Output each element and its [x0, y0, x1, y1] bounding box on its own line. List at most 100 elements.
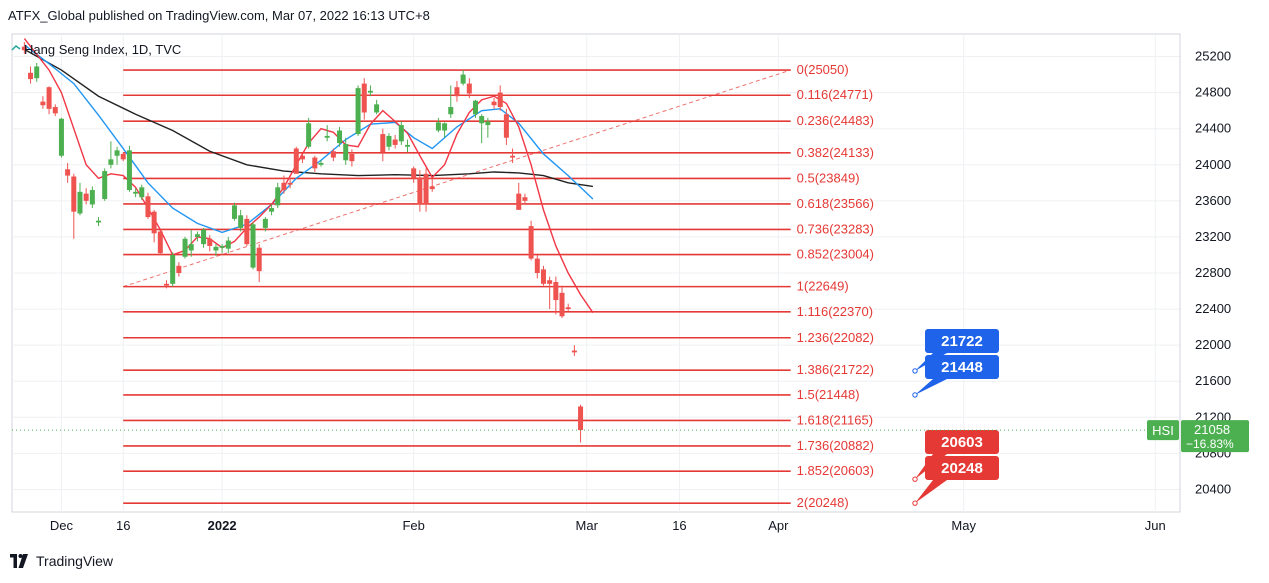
time-tick: Feb — [402, 518, 424, 533]
candle-body — [108, 159, 114, 165]
candle-body — [213, 246, 219, 251]
callout-value: 21448 — [941, 359, 983, 376]
footer-brand[interactable]: TradingView — [8, 553, 113, 569]
candle-body — [299, 155, 305, 160]
fib-label: 1.116(22370) — [797, 304, 873, 319]
candle-body — [188, 244, 194, 251]
candle-body — [448, 107, 454, 115]
candle-body — [411, 168, 417, 179]
candle-body — [522, 197, 528, 201]
price-tick: 24400 — [1195, 121, 1231, 136]
price-tick: 25200 — [1195, 49, 1231, 64]
candle-body — [398, 125, 404, 142]
candle-body — [126, 150, 132, 191]
candle-body — [89, 190, 95, 205]
candle-body — [578, 406, 584, 431]
candle-body — [571, 350, 577, 353]
chart-legend: Hang Seng Index, 1D, TVC — [11, 42, 181, 57]
candle-body — [417, 177, 423, 205]
callout-value: 21722 — [941, 333, 983, 350]
time-tick: 2022 — [208, 518, 237, 533]
candle-body — [176, 265, 182, 273]
candle-body — [58, 118, 64, 156]
candle-body — [497, 92, 503, 108]
candle-body — [485, 121, 491, 126]
candle-body — [207, 238, 213, 246]
candle-body — [516, 193, 522, 210]
candle-body — [231, 205, 237, 219]
callout-value: 20603 — [941, 434, 983, 451]
candle-body — [367, 90, 373, 93]
candle-body — [83, 193, 89, 201]
candle-body — [466, 83, 472, 94]
candle-body — [361, 83, 367, 113]
candle-body — [337, 130, 343, 144]
candle-body — [324, 135, 330, 138]
candle-body — [442, 123, 448, 131]
candle-body — [114, 150, 120, 156]
callout-anchor — [912, 476, 918, 482]
candle-body — [503, 114, 509, 138]
candle-body — [472, 100, 478, 115]
candle-body — [145, 196, 151, 218]
legend-symbol: Hang Seng Index, 1D, TVC — [24, 42, 181, 57]
candle-body — [65, 169, 71, 176]
candle-body — [244, 218, 250, 245]
time-tick: May — [951, 518, 976, 533]
candle-body — [306, 123, 312, 147]
price-tick: 24800 — [1195, 85, 1231, 100]
candle-body — [275, 187, 281, 206]
symbol-tag-text: HSI — [1152, 423, 1174, 438]
candle-body — [52, 107, 58, 114]
price-tick: 23600 — [1195, 193, 1231, 208]
candle-body — [343, 144, 349, 161]
price-tick: 24000 — [1195, 157, 1231, 172]
price-tick: 22800 — [1195, 265, 1231, 280]
candle-body — [479, 116, 485, 124]
fib-label: 1(22649) — [797, 279, 849, 294]
candle-body — [423, 173, 429, 205]
price-tick: 20400 — [1195, 481, 1231, 496]
candle-body — [435, 122, 441, 131]
candle-body — [170, 254, 176, 284]
candle-body — [528, 226, 534, 259]
candle-body — [133, 191, 139, 194]
candle-body — [460, 74, 466, 84]
fib-label: 0.618(23566) — [797, 196, 874, 211]
candle-body — [429, 186, 435, 190]
candle-body — [219, 245, 225, 248]
fib-label: 0.116(24771) — [797, 87, 873, 102]
candle-body — [318, 162, 324, 165]
fib-label: 1.852(20603) — [797, 463, 874, 478]
fib-label: 0(25050) — [797, 62, 849, 77]
candle-body — [281, 182, 287, 191]
candle-body — [250, 224, 256, 268]
candle-body — [491, 101, 497, 106]
last-price-value: 21058 — [1194, 422, 1230, 437]
price-tick: 21600 — [1195, 373, 1231, 388]
candle-body — [547, 280, 553, 284]
fib-label: 1.618(21165) — [797, 412, 873, 427]
candle-body — [40, 101, 46, 106]
tradingview-logo-icon — [10, 554, 28, 568]
price-tick: 23200 — [1195, 229, 1231, 244]
candle-body — [454, 87, 460, 97]
fib-label: 2(20248) — [797, 495, 849, 510]
candle-body — [46, 87, 52, 109]
fib-label: 0.736(23283) — [797, 221, 874, 236]
candle-body — [194, 234, 200, 237]
candle-body — [157, 231, 163, 254]
price-tick: 22400 — [1195, 301, 1231, 316]
callout-anchor — [912, 500, 918, 506]
time-tick: Jun — [1145, 518, 1166, 533]
candle-body — [151, 211, 157, 234]
fib-label: 0.5(23849) — [797, 170, 860, 185]
candle-body — [238, 215, 244, 228]
footer-brand-text: TradingView — [36, 553, 114, 569]
candle-body — [355, 88, 361, 135]
candle-body — [330, 151, 336, 158]
candle-body — [559, 292, 565, 317]
candle-body — [96, 220, 102, 223]
price-chart[interactable]: 0(25050) 0.116(24771) 0.236(24483) 0.382(24… — [0, 0, 1269, 583]
last-price-change: −16.83% — [1186, 437, 1234, 451]
